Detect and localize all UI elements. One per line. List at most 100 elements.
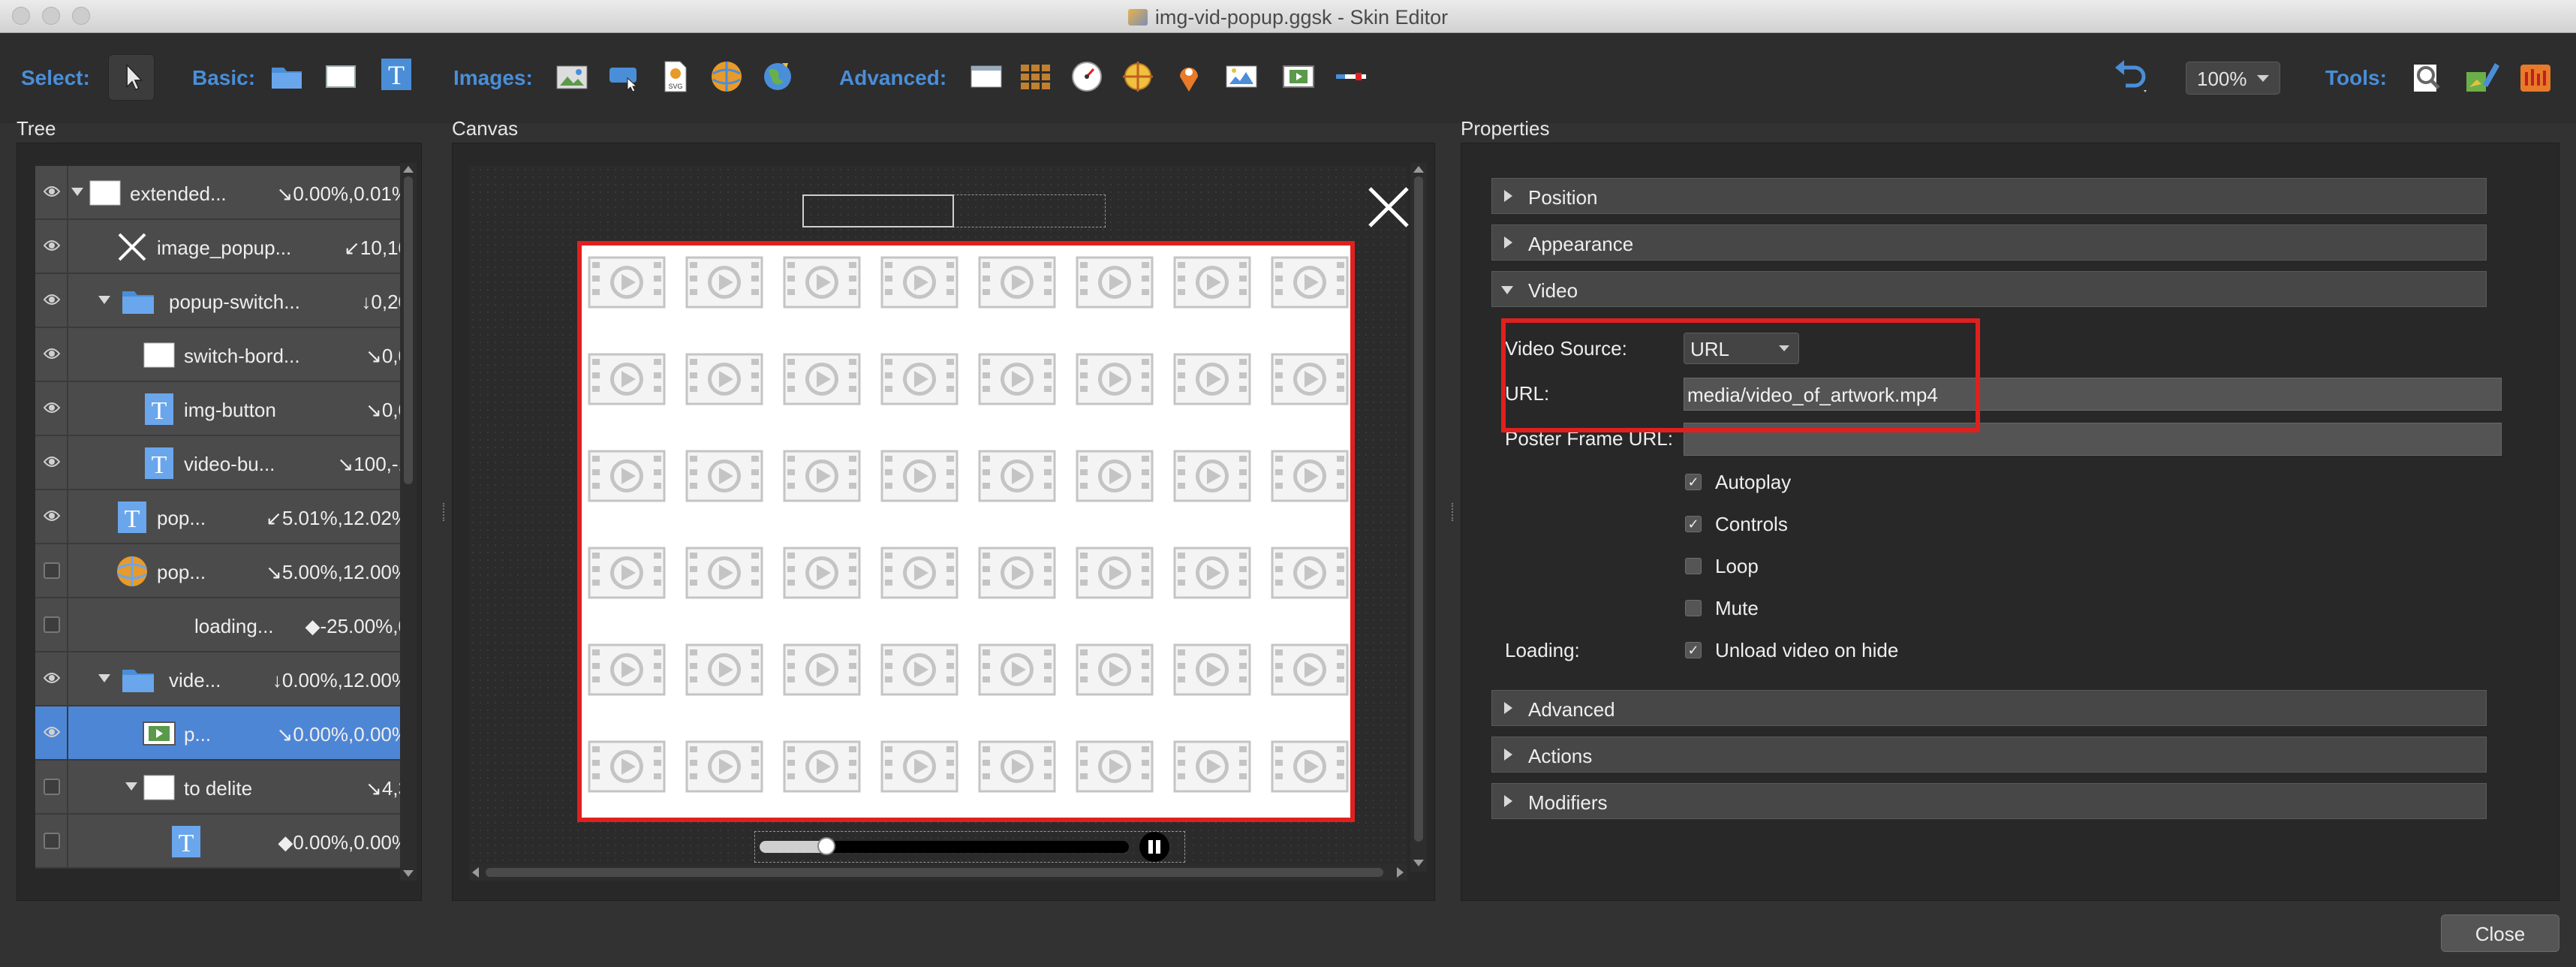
compass-icon[interactable] [1120,59,1156,95]
section-position[interactable]: Position [1491,178,2487,214]
tree-row[interactable]: loading... ◆-25.00%,0 [35,598,417,652]
video-controller[interactable] [754,831,1185,863]
map-pin-icon[interactable] [1171,59,1207,95]
tree-row[interactable]: p... ↘0.00%,0.00% [35,706,417,761]
eye-icon[interactable] [44,238,60,253]
canvas-hscroll-thumb[interactable] [486,868,1383,877]
visibility-cell[interactable] [35,544,68,597]
visibility-cell[interactable] [35,220,68,273]
tree-row[interactable]: vide... ↓0.00%,12.00% [35,652,417,706]
eye-icon[interactable] [44,670,60,685]
scroll-left-icon[interactable] [472,867,479,878]
section-modifiers[interactable]: Modifiers [1491,783,2487,819]
zoom-select[interactable]: 100% [2186,62,2280,95]
tree-scroll-thumb[interactable] [404,176,413,484]
eye-icon[interactable] [44,508,60,523]
tree-row[interactable]: image_popup... ↙10,10 [35,220,417,274]
tree-row[interactable]: switch-bord... ↘0,0 [35,328,417,382]
visibility-checkbox[interactable] [44,616,60,633]
expand-arrow-icon[interactable] [98,674,110,682]
visibility-cell[interactable] [35,328,68,381]
canvas-area[interactable] [469,166,1409,869]
unload-video-checkbox[interactable]: ✓ [1685,642,1702,658]
select-tool-button[interactable] [108,54,155,101]
canvas-horizontal-scrollbar[interactable] [469,864,1407,881]
switch-border-element[interactable] [802,194,954,227]
gauge-icon[interactable] [1069,59,1105,95]
undo-icon[interactable] [2111,54,2153,96]
folder-icon[interactable] [269,59,305,95]
controls-checkbox[interactable]: ✓ [1685,516,1702,532]
magnifier-tool-icon[interactable] [2408,57,2448,98]
visibility-cell[interactable] [35,166,68,218]
visibility-cell[interactable] [35,761,68,813]
scroll-down-icon[interactable] [403,870,414,877]
tree-row[interactable]: pop... ↘5.00%,12.00% [35,544,417,598]
globe-icon[interactable] [760,59,796,95]
eye-icon[interactable] [44,346,60,361]
expand-arrow-icon[interactable] [71,188,83,196]
scroll-up-icon[interactable] [1413,166,1424,173]
canvas-vertical-scrollbar[interactable] [1410,163,1427,872]
eye-icon[interactable] [44,400,60,415]
video-element[interactable] [577,241,1355,822]
tree-row[interactable]: popup-switch... ↓0,20 [35,274,417,328]
section-appearance[interactable]: Appearance [1491,224,2487,261]
tree-row[interactable]: Timg-button ↘0,0 [35,382,417,436]
visibility-cell[interactable] [35,815,68,867]
loop-checkbox[interactable] [1685,558,1702,574]
tools-bag-icon[interactable] [2516,57,2556,98]
visibility-checkbox[interactable] [44,833,60,849]
close-x-icon[interactable] [1364,182,1413,232]
visibility-cell[interactable] [35,706,68,759]
visibility-checkbox[interactable] [44,779,60,795]
autoplay-checkbox[interactable]: ✓ [1685,474,1702,490]
video-progress-track[interactable] [760,837,1129,855]
text-icon[interactable]: T [378,56,414,92]
tree-row[interactable]: to delite ↘4,3 [35,761,417,815]
tree-row[interactable]: extended... ↘0.00%,0.01% [35,166,417,220]
video-controller-icon[interactable] [1333,59,1369,95]
rectangle-icon[interactable] [323,59,359,95]
grid-icon[interactable] [1018,59,1054,95]
canvas-splitter[interactable] [1452,503,1455,521]
visibility-cell[interactable] [35,436,68,489]
image-button-icon[interactable] [606,59,642,95]
visibility-cell[interactable] [35,274,68,327]
tree-scrollbar[interactable] [400,163,417,881]
close-button[interactable]: Close [2441,914,2559,952]
video-progress-knob[interactable] [817,837,835,855]
section-advanced[interactable]: Advanced [1491,690,2487,726]
window-element-icon[interactable] [968,59,1004,95]
section-video[interactable]: Video [1491,271,2487,307]
tree-row[interactable]: Tvideo-bu... ↘100,-1 [35,436,417,490]
scroll-up-icon[interactable] [403,166,414,173]
visibility-cell[interactable] [35,652,68,705]
visibility-cell[interactable] [35,382,68,435]
pause-icon[interactable] [1139,832,1169,862]
map-icon[interactable] [1223,59,1259,95]
eye-icon[interactable] [44,454,60,469]
paint-tool-icon[interactable] [2462,57,2502,98]
visibility-cell[interactable] [35,490,68,543]
image-icon[interactable] [554,59,590,95]
tree-list[interactable]: extended... ↘0.00%,0.01% image_popup... ↙10… [35,166,417,893]
eye-icon[interactable] [44,184,60,199]
tree-row[interactable]: Tpop... ↙5.01%,12.02% [35,490,417,544]
video-icon[interactable] [1280,59,1317,95]
canvas-vscroll-thumb[interactable] [1414,176,1423,842]
section-actions[interactable]: Actions [1491,737,2487,773]
tree-splitter[interactable] [443,503,446,521]
panorama-ball-icon[interactable] [709,59,745,95]
scroll-down-icon[interactable] [1413,860,1424,866]
expand-arrow-icon[interactable] [125,782,137,791]
mute-checkbox[interactable] [1685,600,1702,616]
visibility-cell[interactable] [35,598,68,651]
expand-arrow-icon[interactable] [98,296,110,304]
tree-row[interactable]: T ◆0.00%,0.00% [35,815,417,869]
svg-icon[interactable]: SVG [658,59,694,95]
eye-icon[interactable] [44,292,60,307]
scroll-right-icon[interactable] [1397,867,1404,878]
eye-icon[interactable] [44,724,60,740]
visibility-checkbox[interactable] [44,562,60,579]
